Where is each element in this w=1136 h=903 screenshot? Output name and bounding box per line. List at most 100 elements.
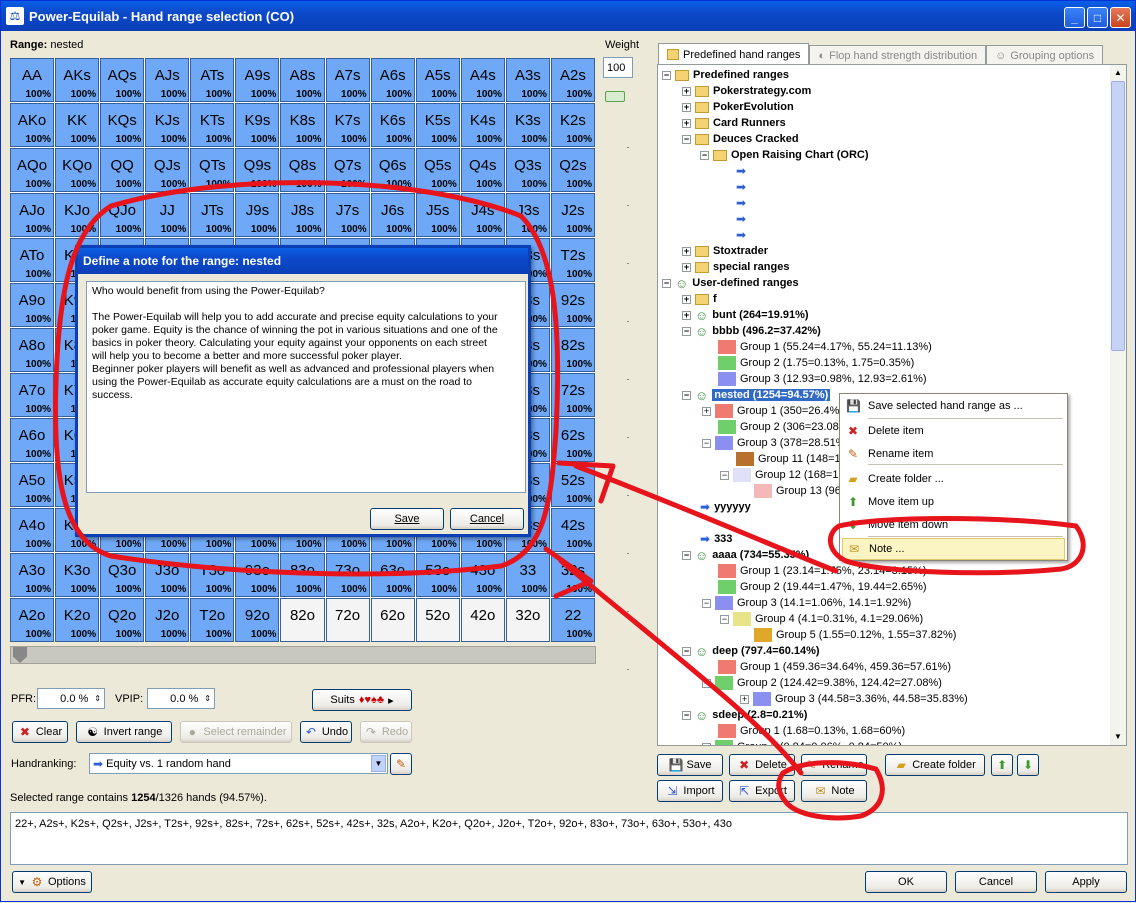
import-button[interactable]: ⇲ Import xyxy=(657,780,723,802)
hand-cell-J7s[interactable]: J7s 100% xyxy=(325,193,370,237)
tree-item[interactable]: + Pokerstrategy.com xyxy=(682,83,811,99)
hand-cell-52o[interactable]: 52o xyxy=(415,598,460,642)
hand-cell-A5s[interactable]: A5s 100% xyxy=(415,58,460,102)
tree-item[interactable]: − ☺ deep (797.4=60.14%) xyxy=(682,643,820,659)
tree-item[interactable]: Group 13 (96 xyxy=(754,483,841,499)
tree-rename-button[interactable]: ✎ Rename xyxy=(801,754,867,776)
hand-cell-KQo[interactable]: KQo 100% xyxy=(55,148,100,192)
tree-item[interactable]: Group 2 (19.44=1.47%, 19.44=2.65%) xyxy=(718,579,927,595)
hand-cell-72o[interactable]: 72o xyxy=(325,598,370,642)
close-button[interactable]: ✕ xyxy=(1110,7,1131,28)
hand-cell-K5s[interactable]: K5s 100% xyxy=(415,103,460,147)
collapse-icon[interactable]: − xyxy=(662,70,671,80)
hand-cell-J6s[interactable]: J6s 100% xyxy=(370,193,415,237)
hand-cell-QQ[interactable]: QQ 100% xyxy=(100,148,145,192)
hand-cell-KJo[interactable]: KJo 100% xyxy=(55,193,100,237)
tree-item[interactable]: − ☺ bbbb (496.2=37.42%) xyxy=(682,323,821,339)
hand-cell-72s[interactable]: 72s 100% xyxy=(550,373,595,417)
tree-item[interactable]: Group 1 (55.24=4.17%, 55.24=11.13%) xyxy=(718,339,932,355)
collapse-icon[interactable]: − xyxy=(702,678,711,688)
hand-cell-A9o[interactable]: A9o 100% xyxy=(10,283,55,327)
hand-cell-KTs[interactable]: KTs 100% xyxy=(190,103,235,147)
tree-item[interactable]: Group 11 (148=1 xyxy=(736,451,841,467)
hand-cell-A7o[interactable]: A7o 100% xyxy=(10,373,55,417)
hand-cell-Q8s[interactable]: Q8s 100% xyxy=(280,148,325,192)
tree-item[interactable]: ➡ xyxy=(736,179,746,195)
expand-icon[interactable]: + xyxy=(702,406,711,416)
hand-cell-33[interactable]: 33 100% xyxy=(505,553,550,597)
tree-item[interactable]: + Group 1 (350=26.4% xyxy=(702,403,839,419)
hand-cell-A4o[interactable]: A4o 100% xyxy=(10,508,55,552)
hand-cell-T2o[interactable]: T2o 100% xyxy=(190,598,235,642)
tree-item[interactable]: − ☺ aaaa (734=55.35%) xyxy=(682,547,809,563)
hand-cell-A3s[interactable]: A3s 100% xyxy=(505,58,550,102)
apply-button[interactable]: Apply xyxy=(1045,871,1127,893)
redo-button[interactable]: ↷ Redo xyxy=(360,721,412,743)
note-button[interactable]: ✉ Note xyxy=(801,780,867,802)
note-textarea[interactable]: Who would benefit from using the Power-E… xyxy=(86,281,526,493)
hand-cell-42o[interactable]: 42o xyxy=(460,598,505,642)
menu-item-pencil[interactable]: ✎ Rename item xyxy=(842,443,1065,465)
hand-cell-43o[interactable]: 43o 100% xyxy=(460,553,505,597)
hand-cell-J3s[interactable]: J3s 100% xyxy=(505,193,550,237)
tree-item[interactable]: Group 1 (23.14=1.75%, 23.14=3.15%) xyxy=(718,563,927,579)
hand-cell-A2o[interactable]: A2o 100% xyxy=(10,598,55,642)
tree-create-folder-button[interactable]: ▰ Create folder xyxy=(885,754,985,776)
hand-cell-A9s[interactable]: A9s 100% xyxy=(235,58,280,102)
hand-cell-AJs[interactable]: AJs 100% xyxy=(145,58,190,102)
tree-item[interactable]: + ☺ bunt (264=19.91%) xyxy=(682,307,809,323)
hand-cell-A4s[interactable]: A4s 100% xyxy=(460,58,505,102)
tree-item[interactable]: Group 3 (12.93=0.98%, 12.93=2.61%) xyxy=(718,371,927,387)
tree-item[interactable]: Group 2 (306=23.08% xyxy=(718,419,849,435)
tree-item[interactable]: Group 5 (1.55=0.12%, 1.55=37.82%) xyxy=(754,627,956,643)
tree-item[interactable]: ➡ xyxy=(736,227,746,243)
scroll-down-icon[interactable]: ▼ xyxy=(1110,729,1126,745)
tree-item[interactable]: − Group 3 (14.1=1.06%, 14.1=1.92%) xyxy=(702,595,911,611)
tree-item[interactable]: − Deuces Cracked xyxy=(682,131,799,147)
collapse-icon[interactable]: − xyxy=(682,710,691,720)
hand-cell-K4s[interactable]: K4s 100% xyxy=(460,103,505,147)
expand-icon[interactable]: + xyxy=(682,86,691,96)
handranking-select[interactable]: ➡ Equity vs. 1 random hand ▼ xyxy=(89,753,388,774)
tree-item[interactable]: ➡ 333 xyxy=(700,531,732,547)
scroll-thumb[interactable] xyxy=(1111,81,1125,351)
tree-item[interactable]: − Group 4 (4.1=0.31%, 4.1=29.06%) xyxy=(720,611,923,627)
title-bar[interactable]: ⚖ Power-Equilab - Hand range selection (… xyxy=(1,1,1135,31)
invert-range-button[interactable]: ☯ Invert range xyxy=(76,721,172,743)
move-down-button[interactable]: ⬇ xyxy=(1017,754,1039,776)
hand-cell-22[interactable]: 22 100% xyxy=(550,598,595,642)
hand-cell-A7s[interactable]: A7s 100% xyxy=(325,58,370,102)
tree-item[interactable]: Group 1 (1.68=0.13%, 1.68=60%) xyxy=(718,723,905,739)
hand-cell-K3o[interactable]: K3o 100% xyxy=(55,553,100,597)
hand-cell-J4s[interactable]: J4s 100% xyxy=(460,193,505,237)
hand-cell-62s[interactable]: 62s 100% xyxy=(550,418,595,462)
expand-icon[interactable]: + xyxy=(740,694,749,704)
hand-cell-K2s[interactable]: K2s 100% xyxy=(550,103,595,147)
hand-cell-AKs[interactable]: AKs 100% xyxy=(55,58,100,102)
tree-scrollbar[interactable]: ▲ ▼ xyxy=(1110,65,1126,745)
collapse-icon[interactable]: − xyxy=(702,438,711,448)
tree-item[interactable]: − Open Raising Chart (ORC) xyxy=(700,147,869,163)
tree-item[interactable]: + Stoxtrader xyxy=(682,243,768,259)
weight-slider-handle[interactable] xyxy=(605,91,625,102)
hand-cell-63o[interactable]: 63o 100% xyxy=(370,553,415,597)
collapse-icon[interactable]: − xyxy=(720,614,729,624)
minimize-button[interactable]: _ xyxy=(1064,7,1085,28)
hand-cell-A6s[interactable]: A6s 100% xyxy=(370,58,415,102)
hand-cell-J2s[interactable]: J2s 100% xyxy=(550,193,595,237)
dialog-cancel-button[interactable]: Cancel xyxy=(450,508,524,530)
hand-cell-Q7s[interactable]: Q7s 100% xyxy=(325,148,370,192)
edit-handranking-button[interactable]: ✎ xyxy=(390,753,412,775)
hand-cell-K9s[interactable]: K9s 100% xyxy=(235,103,280,147)
hand-cell-AKo[interactable]: AKo 100% xyxy=(10,103,55,147)
pfr-spin-icon[interactable]: ⇕ xyxy=(94,694,101,703)
hand-cell-82s[interactable]: 82s 100% xyxy=(550,328,595,372)
hand-cell-A8s[interactable]: A8s 100% xyxy=(280,58,325,102)
tree-save-button[interactable]: 💾 Save xyxy=(657,754,723,776)
range-text-field[interactable]: 22+, A2s+, K2s+, Q2s+, J2s+, T2s+, 92s+,… xyxy=(10,812,1128,865)
collapse-icon[interactable]: − xyxy=(702,742,711,745)
collapse-icon[interactable]: − xyxy=(702,598,711,608)
hand-cell-Q3o[interactable]: Q3o 100% xyxy=(100,553,145,597)
tree-item[interactable]: + Group 3 (44.58=3.36%, 44.58=35.83%) xyxy=(740,691,968,707)
menu-item-arrow-down[interactable]: ⬇ Move item down xyxy=(842,514,1065,536)
